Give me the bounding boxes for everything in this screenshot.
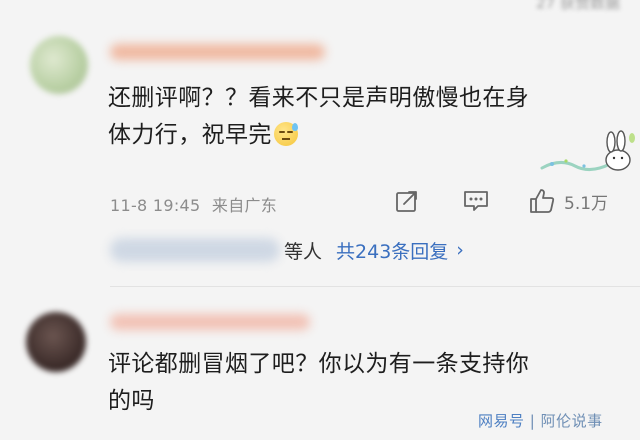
reply-total-link[interactable]: 共243条回复 (336, 237, 448, 264)
chevron-right-icon: › (456, 239, 464, 261)
comment-line: 体力行，祝早完 (108, 117, 608, 154)
comment-line: 还删评啊？？看来不只是声明傲慢也在身 (108, 85, 530, 111)
watermark-brand: 网易号 (478, 412, 525, 430)
username-blurred[interactable] (110, 314, 310, 330)
comment-line-text: 体力行，祝早完 (108, 122, 272, 148)
watermark-separator: | (529, 412, 536, 430)
comment-icon (464, 191, 488, 211)
comment-meta: 11-8 19:45 来自广东 (110, 192, 283, 216)
reply-preview[interactable]: 等人 共243条回复 › (110, 232, 510, 268)
reply-who-label: 等人 (284, 240, 323, 263)
avatar[interactable] (30, 36, 88, 94)
comment-text: 还删评啊？？看来不只是声明傲慢也在身 体力行，祝早完 (108, 80, 608, 154)
comment-line: 评论都删冒烟了吧？你以为有一条支持你 (108, 351, 530, 377)
bunny-sticker-icon (540, 130, 635, 171)
comment-text: 评论都删冒烟了吧？你以为有一条支持你 的吗 (108, 346, 608, 420)
comment-time: 11-8 19:45 (110, 196, 201, 215)
comment-card: 还删评啊？？看来不只是声明傲慢也在身 体力行，祝早完 11-8 19:45 来自… (0, 0, 640, 300)
watermark: 网易号 | 阿伦说事 (478, 410, 603, 431)
sweat-smile-icon (273, 122, 298, 146)
comment-source: 来自广东 (211, 196, 278, 215)
watermark-author: 阿伦说事 (540, 412, 603, 430)
like-count: 5.1万 (564, 193, 609, 214)
share-icon (396, 191, 417, 212)
like-button[interactable]: 5.1万 (528, 186, 608, 216)
thumbs-up-icon (530, 189, 555, 213)
reply-users-blurred (110, 238, 280, 262)
username-blurred[interactable] (110, 44, 325, 60)
comment-button[interactable] (462, 186, 490, 216)
avatar[interactable] (26, 312, 86, 372)
share-button[interactable] (394, 186, 420, 216)
divider (110, 286, 640, 287)
